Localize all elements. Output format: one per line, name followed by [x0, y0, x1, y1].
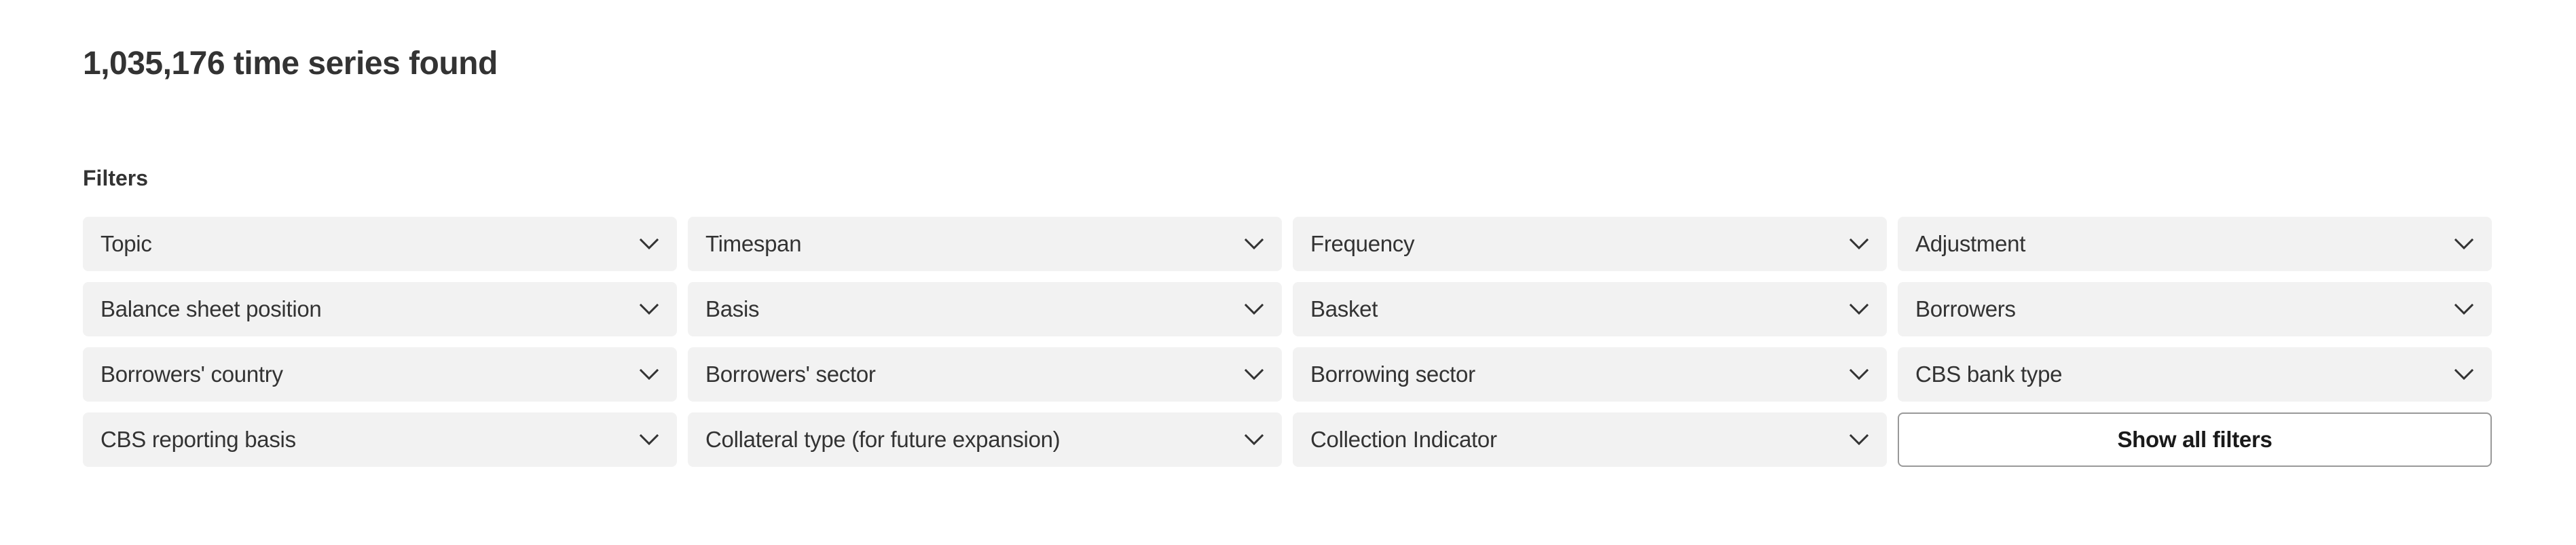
chevron-down-icon [1850, 369, 1869, 380]
filter-dropdown-label: Timespan [705, 231, 802, 256]
filter-dropdown-collateral-type[interactable]: Collateral type (for future expansion) [688, 412, 1282, 467]
filter-dropdown-label: Basket [1310, 296, 1378, 321]
filter-dropdown-timespan[interactable]: Timespan [688, 217, 1282, 271]
filter-dropdown-label: Frequency [1310, 231, 1415, 256]
chevron-down-icon [1245, 434, 1264, 445]
chevron-down-icon [2454, 304, 2473, 315]
results-count-title: 1,035,176 time series found [83, 46, 498, 82]
filter-dropdown-collection-indicator[interactable]: Collection Indicator [1293, 412, 1887, 467]
chevron-down-icon [1245, 369, 1264, 380]
filter-grid: Topic Timespan Frequency Adjustment Bala… [83, 217, 2492, 467]
filter-dropdown-label: Basis [705, 296, 760, 321]
filter-dropdown-label: CBS reporting basis [100, 427, 296, 452]
chevron-down-icon [640, 304, 659, 315]
filter-dropdown-basket[interactable]: Basket [1293, 282, 1887, 336]
filter-dropdown-topic[interactable]: Topic [83, 217, 677, 271]
filter-dropdown-frequency[interactable]: Frequency [1293, 217, 1887, 271]
filters-heading: Filters [83, 166, 149, 190]
filter-dropdown-label: Borrowing sector [1310, 362, 1475, 387]
filter-dropdown-borrowing-sector[interactable]: Borrowing sector [1293, 347, 1887, 402]
chevron-down-icon [1850, 434, 1869, 445]
chevron-down-icon [1850, 304, 1869, 315]
chevron-down-icon [2454, 369, 2473, 380]
chevron-down-icon [1245, 239, 1264, 249]
filter-dropdown-label: Collection Indicator [1310, 427, 1497, 452]
filter-dropdown-label: Adjustment [1915, 231, 2026, 256]
chevron-down-icon [1850, 239, 1869, 249]
filter-dropdown-label: Collateral type (for future expansion) [705, 427, 1061, 452]
filter-dropdown-balance-sheet-position[interactable]: Balance sheet position [83, 282, 677, 336]
filter-dropdown-borrowers-sector[interactable]: Borrowers' sector [688, 347, 1282, 402]
chevron-down-icon [640, 434, 659, 445]
filter-dropdown-basis[interactable]: Basis [688, 282, 1282, 336]
chevron-down-icon [640, 369, 659, 380]
filter-dropdown-label: CBS bank type [1915, 362, 2063, 387]
filter-dropdown-label: Borrowers [1915, 296, 2016, 321]
filter-dropdown-cbs-reporting-basis[interactable]: CBS reporting basis [83, 412, 677, 467]
chevron-down-icon [1245, 304, 1264, 315]
filter-dropdown-borrowers[interactable]: Borrowers [1898, 282, 2492, 336]
show-all-filters-button[interactable]: Show all filters [1898, 412, 2492, 467]
filter-dropdown-label: Borrowers' sector [705, 362, 876, 387]
filter-dropdown-cbs-bank-type[interactable]: CBS bank type [1898, 347, 2492, 402]
filter-dropdown-label: Topic [100, 231, 152, 256]
filter-dropdown-label: Borrowers' country [100, 362, 283, 387]
filter-dropdown-borrowers-country[interactable]: Borrowers' country [83, 347, 677, 402]
chevron-down-icon [2454, 239, 2473, 249]
filter-dropdown-adjustment[interactable]: Adjustment [1898, 217, 2492, 271]
chevron-down-icon [640, 239, 659, 249]
filter-dropdown-label: Balance sheet position [100, 296, 322, 321]
